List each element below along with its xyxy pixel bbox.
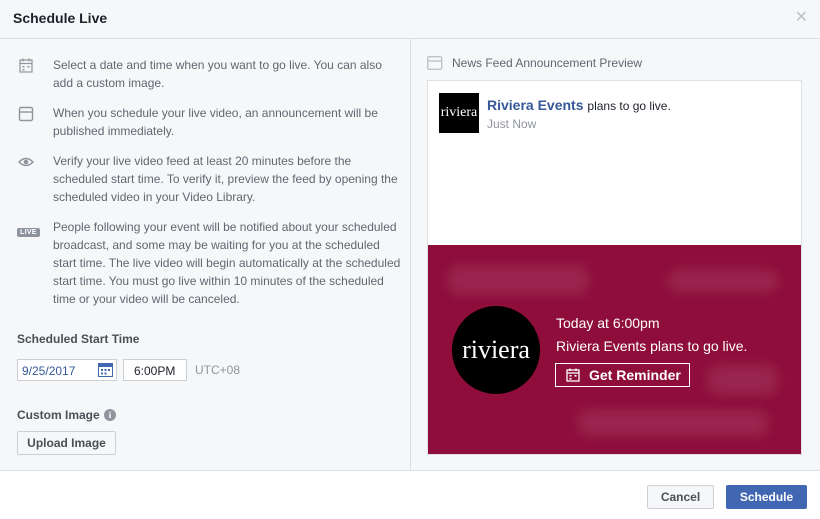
page-name-link[interactable]: Riviera Events (487, 97, 584, 113)
announcement-card: riviera Riviera Events plans to go live.… (427, 80, 802, 455)
upload-image-button[interactable]: Upload Image (17, 431, 116, 455)
post-headline: Riviera Events plans to go live. (487, 97, 671, 113)
schedule-button[interactable]: Schedule (726, 485, 807, 509)
preview-panel: News Feed Announcement Preview riviera R… (410, 39, 820, 470)
preview-heading: News Feed Announcement Preview (452, 56, 643, 70)
info-panel: Select a date and time when you want to … (0, 39, 410, 470)
schedule-live-dialog: Schedule Live ✕ Select a date and time w… (0, 0, 820, 519)
calendar-picker-icon[interactable] (98, 363, 113, 377)
get-reminder-button[interactable]: Get Reminder (555, 363, 690, 387)
custom-image-label: Custom Image (17, 408, 100, 422)
dialog-title: Schedule Live (13, 10, 108, 26)
close-icon[interactable]: ✕ (795, 10, 808, 26)
live-badge: LIVE (17, 228, 40, 237)
announcement-banner: riviera Today at 6:00pm Riviera Events p… (428, 245, 801, 454)
info-text: People following your event will be noti… (53, 220, 401, 306)
banner-avatar: riviera (452, 306, 540, 394)
announcement-icon (427, 56, 443, 70)
date-value: 9/25/2017 (22, 364, 76, 378)
post-action: plans to go live. (587, 99, 671, 113)
banner-text: Riviera Events plans to go live. (556, 338, 748, 354)
timezone-label: UTC+08 (195, 363, 241, 377)
scheduled-start-time-label: Scheduled Start Time (17, 332, 140, 346)
info-text: Verify your live video feed at least 20 … (53, 154, 398, 204)
time-field[interactable]: 6:00PM (123, 359, 187, 381)
cancel-button[interactable]: Cancel (647, 485, 714, 509)
calendar-icon (19, 58, 33, 73)
banner-time: Today at 6:00pm (556, 315, 660, 331)
get-reminder-label: Get Reminder (589, 367, 681, 383)
info-text: Select a date and time when you want to … (53, 58, 382, 90)
page-avatar: riviera (439, 93, 479, 133)
info-icon[interactable]: i (104, 409, 116, 421)
announcement-icon (18, 106, 34, 122)
info-text: When you schedule your live video, an an… (53, 106, 378, 138)
dialog-footer: Cancel Schedule (0, 470, 820, 519)
dialog-header: Schedule Live ✕ (0, 0, 820, 39)
date-field[interactable]: 9/25/2017 (17, 359, 117, 381)
live-badge-icon: LIVE (17, 221, 40, 237)
eye-icon (18, 157, 34, 167)
post-timestamp: Just Now (487, 117, 537, 131)
calendar-icon (566, 368, 580, 382)
